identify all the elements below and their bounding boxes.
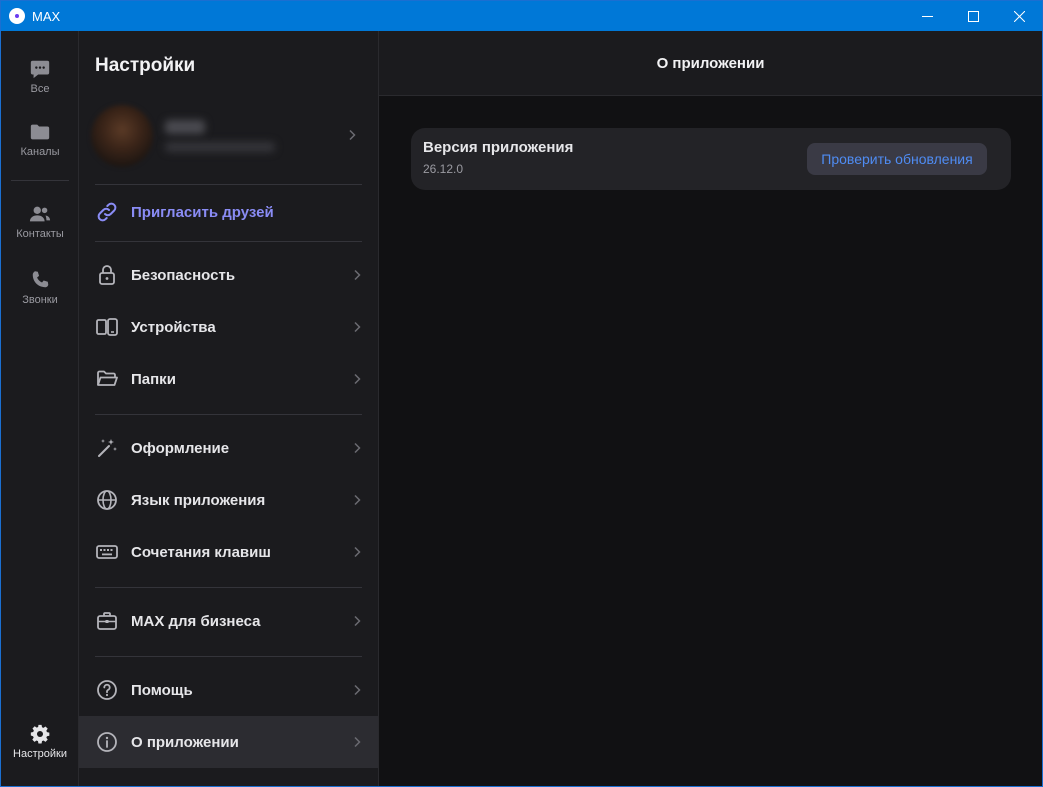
- menu-item-appearance[interactable]: Оформление: [79, 422, 378, 474]
- chevron-right-icon: [354, 736, 361, 748]
- menu-item-shortcuts[interactable]: Сочетания клавиш: [79, 526, 378, 578]
- devices-icon: [96, 318, 118, 336]
- folder-open-icon: [97, 370, 118, 386]
- menu-item-help[interactable]: Помощь: [79, 664, 378, 716]
- window-controls: [904, 1, 1042, 31]
- minimize-button[interactable]: [904, 1, 950, 31]
- chevron-right-icon: [354, 269, 361, 281]
- invite-friends-label: Пригласить друзей: [131, 203, 274, 221]
- close-button[interactable]: [996, 1, 1042, 31]
- rail-item-contacts[interactable]: Контакты: [1, 203, 79, 240]
- divider: [95, 241, 362, 242]
- version-card: Версия приложения 26.12.0 Проверить обно…: [411, 128, 1011, 190]
- help-icon: [97, 680, 117, 700]
- rail-label-settings: Настройки: [13, 748, 67, 760]
- profile-info-blurred: [165, 120, 275, 152]
- keyboard-icon: [96, 545, 118, 559]
- chevron-right-icon: [354, 494, 361, 506]
- menu-label-appearance: Оформление: [131, 439, 230, 457]
- rail-item-channels[interactable]: Каналы: [1, 121, 79, 158]
- maximize-button[interactable]: [950, 1, 996, 31]
- info-icon: [97, 732, 117, 752]
- profile-name-blurred: [165, 120, 205, 134]
- invite-friends-item[interactable]: Пригласить друзей: [79, 186, 378, 238]
- chevron-right-icon: [354, 546, 361, 558]
- menu-label-security: Безопасность: [131, 266, 236, 284]
- rail-item-all[interactable]: Все: [1, 58, 79, 95]
- page-title: О приложении: [656, 54, 765, 72]
- close-icon: [1013, 10, 1025, 22]
- chevron-right-icon: [349, 129, 356, 141]
- link-icon: [97, 202, 117, 222]
- title-bar[interactable]: MAX: [1, 1, 1042, 31]
- menu-label-folders: Папки: [131, 370, 176, 388]
- rail-item-calls[interactable]: Звонки: [1, 269, 79, 306]
- version-card-title: Версия приложения: [423, 139, 574, 156]
- magic-wand-icon: [98, 439, 117, 457]
- chevron-right-icon: [354, 615, 361, 627]
- chevron-right-icon: [354, 684, 361, 696]
- minimize-icon: [921, 15, 933, 17]
- menu-item-folders[interactable]: Папки: [79, 353, 378, 405]
- menu-item-devices[interactable]: Устройства: [79, 301, 378, 353]
- rail-label-calls: Звонки: [22, 294, 58, 306]
- menu-label-help: Помощь: [131, 681, 193, 699]
- chevron-right-icon: [354, 373, 361, 385]
- main-panel: О приложении Версия приложения 26.12.0 П…: [379, 31, 1042, 786]
- divider: [95, 656, 362, 657]
- briefcase-icon: [97, 612, 117, 630]
- main-header: О приложении: [379, 31, 1042, 96]
- rail-label-channels: Каналы: [20, 146, 60, 158]
- menu-label-business: MAX для бизнеса: [131, 612, 261, 630]
- nav-rail: Все Каналы Контакты Звонки Настройки: [1, 31, 79, 786]
- menu-item-language[interactable]: Язык приложения: [79, 474, 378, 526]
- rail-label-contacts: Контакты: [16, 228, 64, 240]
- settings-panel: Настройки Пригласить друзей Безопасность…: [79, 31, 379, 786]
- rail-label-all: Все: [30, 83, 50, 95]
- menu-label-shortcuts: Сочетания клавиш: [131, 543, 271, 561]
- app-version: 26.12.0: [423, 162, 464, 176]
- window-title: MAX: [32, 8, 61, 24]
- maximize-icon: [967, 10, 979, 22]
- avatar: [91, 105, 153, 167]
- check-updates-button[interactable]: Проверить обновления: [807, 143, 987, 175]
- lock-icon: [99, 265, 115, 285]
- rail-divider: [11, 180, 69, 181]
- profile-phone-blurred: [165, 142, 275, 152]
- divider: [95, 414, 362, 415]
- settings-title: Настройки: [95, 55, 196, 76]
- menu-item-business[interactable]: MAX для бизнеса: [79, 595, 378, 647]
- folder-icon: [30, 124, 50, 140]
- chevron-right-icon: [354, 442, 361, 454]
- gear-icon: [30, 724, 50, 744]
- divider: [95, 587, 362, 588]
- menu-label-devices: Устройства: [131, 318, 216, 336]
- menu-item-security[interactable]: Безопасность: [79, 249, 378, 301]
- app-window: MAX Все Каналы Контакты Звонки Настройки…: [0, 0, 1043, 787]
- chat-icon: [30, 60, 50, 79]
- menu-label-language: Язык приложения: [131, 491, 266, 509]
- contacts-icon: [29, 206, 51, 222]
- profile-card[interactable]: [91, 103, 373, 169]
- menu-item-about[interactable]: О приложении: [79, 716, 378, 768]
- app-logo-icon: [9, 8, 25, 24]
- divider: [95, 184, 362, 185]
- phone-icon: [32, 271, 49, 288]
- chevron-right-icon: [354, 321, 361, 333]
- rail-item-settings[interactable]: Настройки: [1, 723, 79, 760]
- globe-icon: [97, 490, 117, 510]
- menu-label-about: О приложении: [131, 733, 239, 751]
